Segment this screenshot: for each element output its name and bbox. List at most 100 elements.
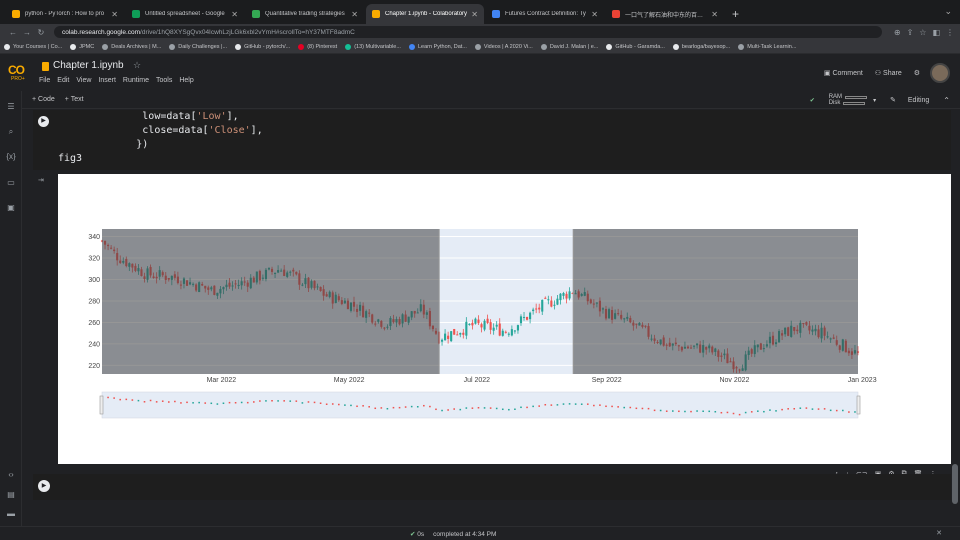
bookmark-favicon-icon: [738, 43, 745, 50]
bookmark-item[interactable]: Deals Archives | M...: [102, 43, 161, 50]
close-tab-icon[interactable]: ✕: [231, 10, 238, 19]
star-icon[interactable]: ☆: [133, 60, 141, 71]
x-tick-label: May 2022: [334, 377, 365, 384]
settings-gear-icon[interactable]: ⚙: [914, 69, 920, 77]
menu-item-view[interactable]: View: [76, 77, 91, 84]
x-tick-label: Jan 2023: [848, 377, 877, 384]
comment-button[interactable]: ▣ Comment: [823, 69, 863, 78]
share-button[interactable]: ⚇ Share: [875, 69, 902, 78]
browser-tab[interactable]: python - PyTorch : How to pro ✕: [6, 4, 124, 24]
range-slider-mark: [671, 410, 674, 412]
close-tab-icon[interactable]: ✕: [351, 10, 358, 19]
range-handle-left[interactable]: [99, 395, 104, 415]
terminal-icon[interactable]: ▬: [5, 508, 17, 520]
menu-item-tools[interactable]: Tools: [156, 77, 172, 84]
bookmark-item[interactable]: Your Courses | Co...: [4, 43, 62, 50]
range-handle-right[interactable]: [856, 395, 861, 415]
candle-body: [538, 307, 541, 310]
forms-icon[interactable]: ▣: [5, 202, 17, 214]
browser-tab[interactable]: Futures Contract Definition: Ty ✕: [486, 4, 604, 24]
browser-tab[interactable]: Quantitative trading strategies ✕: [246, 4, 364, 24]
menu-item-runtime[interactable]: Runtime: [123, 77, 149, 84]
variables-icon[interactable]: {x}: [5, 151, 17, 163]
browser-tab[interactable]: Chapter 1.ipynb - Colaboratory ✕: [366, 4, 484, 24]
unselected-shade-left: [102, 229, 440, 374]
range-slider-mark: [556, 404, 559, 406]
range-slider-mark: [599, 404, 601, 406]
bookmark-item[interactable]: Daily Challenges |...: [169, 43, 227, 50]
close-tab-icon[interactable]: ✕: [111, 10, 118, 19]
code-line: low=data['Low'],: [58, 111, 238, 122]
resource-monitor[interactable]: RAM Disk: [819, 94, 868, 106]
zoom-icon[interactable]: ⊕: [894, 28, 901, 37]
range-slider-mark: [331, 403, 334, 405]
candlestick-chart[interactable]: 220 240 260 280 300 320 340 Mar 2022 May 2022 Jul…: [58, 174, 951, 464]
browser-menu-icon[interactable]: ⋮: [946, 28, 954, 37]
browser-tab[interactable]: 一口气了解石油和中东的百年战争 ✕: [606, 4, 724, 24]
range-slider-mark: [635, 407, 638, 410]
menu-item-edit[interactable]: Edit: [57, 77, 69, 84]
browser-tab[interactable]: Untitled spreadsheet - Google ✕: [126, 4, 244, 24]
bookmark-item[interactable]: David J. Malan | e...: [540, 43, 598, 50]
menu-item-file[interactable]: File: [39, 77, 50, 84]
bookmark-item[interactable]: (8) Pinterest: [298, 43, 337, 50]
extensions-icon[interactable]: ◧: [932, 28, 940, 37]
colab-logo[interactable]: CO PRO+: [8, 61, 32, 83]
bookmark-item[interactable]: bearloga/bayesop...: [672, 43, 730, 50]
range-slider-mark: [319, 402, 322, 404]
tab-search-icon[interactable]: ⌄: [944, 6, 952, 17]
runtime-dropdown-icon[interactable]: ▾: [873, 97, 876, 104]
add-code-button[interactable]: + Code: [32, 96, 55, 103]
empty-code-cell[interactable]: [33, 474, 951, 500]
close-tab-icon[interactable]: ✕: [471, 10, 478, 19]
code-snippets-icon[interactable]: ‹›: [5, 469, 17, 481]
files-icon[interactable]: ▭: [5, 177, 17, 189]
url-field[interactable]: colab.research.google.com /drive/1hQ8XYS…: [54, 26, 882, 38]
back-icon[interactable]: ←: [6, 28, 20, 37]
reload-icon[interactable]: ↻: [34, 28, 48, 37]
menu-item-insert[interactable]: Insert: [98, 77, 116, 84]
range-slider-mark: [259, 400, 261, 402]
bookmark-item[interactable]: Multi-Task Learnin...: [738, 43, 796, 50]
editing-button[interactable]: ✎ Editing: [890, 96, 929, 104]
notebook-toolbar: + Code + Text ✔ RAM Disk ▾ ✎ Editing ⌃: [22, 91, 960, 109]
tab-title: Chapter 1.ipynb - Colaboratory: [385, 11, 468, 17]
bookmark-item[interactable]: Videos | A 2020 Vi...: [474, 43, 533, 50]
command-palette-icon[interactable]: ▤: [5, 489, 17, 501]
bookmark-star-icon[interactable]: ☆: [919, 28, 926, 37]
range-slider-mark: [805, 407, 808, 409]
run-cell-button[interactable]: ▶: [38, 116, 49, 127]
close-tab-icon[interactable]: ✕: [711, 10, 718, 19]
output-area: 220 240 260 280 300 320 340 Mar 2022 May 2022 Jul…: [58, 174, 951, 464]
bookmark-item[interactable]: JPMC: [70, 43, 94, 50]
bookmark-favicon-icon: [540, 43, 547, 50]
bookmark-favicon-icon: [408, 43, 415, 50]
candle-body: [510, 329, 513, 336]
tab-favicon-icon: [492, 10, 500, 18]
search-icon[interactable]: ⌕: [5, 126, 17, 138]
range-slider-mark: [738, 413, 741, 416]
close-status-icon[interactable]: ✕: [936, 529, 942, 537]
menu-item-help[interactable]: Help: [179, 77, 193, 84]
range-slider-mark: [787, 408, 789, 410]
comment-icon: ▣: [823, 70, 833, 77]
share-page-icon[interactable]: ⇪: [907, 28, 914, 37]
notebook-title[interactable]: Chapter 1.ipynb: [53, 60, 124, 71]
bookmark-item[interactable]: Learn Python, Dat...: [408, 43, 467, 50]
toc-icon[interactable]: ☰: [5, 101, 17, 113]
run-cell-button-2[interactable]: ▶: [38, 480, 50, 492]
bookmark-item[interactable]: (13) Multivariable...: [345, 43, 401, 50]
bookmark-item[interactable]: GitHub - pytorch/...: [235, 43, 290, 50]
new-tab-button[interactable]: +: [726, 4, 745, 24]
close-tab-icon[interactable]: ✕: [591, 10, 598, 19]
tab-list: python - PyTorch : How to pro ✕ Untitled s…: [6, 4, 726, 24]
add-text-button[interactable]: + Text: [65, 96, 84, 103]
range-slider: [101, 391, 859, 419]
output-toggle-icon[interactable]: ⇥: [38, 176, 44, 184]
code-editor[interactable]: low=data['Low'], close=data['Close'], })…: [58, 110, 263, 166]
scrollbar[interactable]: [952, 464, 958, 504]
collapse-header-icon[interactable]: ⌃: [943, 96, 950, 105]
bookmark-item[interactable]: GitHub - Garamda...: [606, 43, 665, 50]
avatar[interactable]: [930, 63, 950, 83]
forward-icon[interactable]: →: [20, 28, 34, 37]
